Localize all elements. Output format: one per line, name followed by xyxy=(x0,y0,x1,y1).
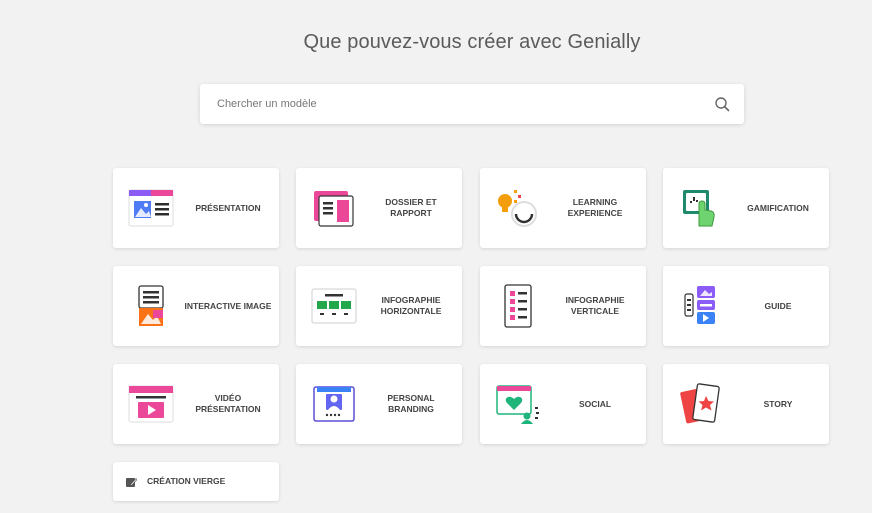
template-card-label: Learning experience xyxy=(567,197,623,218)
template-card-label: Guide xyxy=(764,300,792,311)
template-card-blank[interactable]: Création vierge xyxy=(113,462,279,501)
social-icon xyxy=(496,385,539,424)
template-card-label: Social xyxy=(578,398,612,409)
template-card-interactive-image[interactable]: Interactive image xyxy=(113,266,279,346)
template-card-presentation[interactable]: Présentation xyxy=(113,168,279,248)
template-card-infographie-verticale[interactable]: Infographie verticale xyxy=(480,266,646,346)
template-card-label: Personal branding xyxy=(387,393,435,414)
learning-icon xyxy=(498,190,537,227)
template-card-personal-branding[interactable]: Personal branding xyxy=(296,364,462,444)
presentation-icon xyxy=(128,189,174,227)
guide-icon xyxy=(684,286,715,324)
template-card-label: Infographie horizontale xyxy=(380,295,442,316)
dossier-icon xyxy=(314,191,354,227)
infographie-horizontale-icon xyxy=(311,288,357,324)
search-bar[interactable] xyxy=(200,84,744,124)
template-card-label: Dossier et rapport xyxy=(385,197,437,218)
gamification-icon xyxy=(683,190,715,227)
interactive-image-icon xyxy=(138,285,164,326)
template-card-video[interactable]: Vidéo présentation xyxy=(113,364,279,444)
personal-branding-icon xyxy=(313,386,355,422)
template-card-label: Infographie verticale xyxy=(565,295,625,316)
template-card-infographie-horizontale[interactable]: Infographie horizontale xyxy=(296,266,462,346)
video-icon xyxy=(128,385,174,423)
template-card-story[interactable]: Story xyxy=(663,364,829,444)
search-icon[interactable] xyxy=(714,96,730,112)
edit-icon xyxy=(126,478,137,487)
template-card-label: Interactive image xyxy=(184,300,272,311)
template-card-gamification[interactable]: Gamification xyxy=(663,168,829,248)
story-icon xyxy=(680,383,720,424)
page-title: Que pouvez-vous créer avec Genially xyxy=(303,31,641,53)
search-input[interactable] xyxy=(217,84,697,124)
template-card-label: Présentation xyxy=(195,202,261,213)
template-card-social[interactable]: Social xyxy=(480,364,646,444)
template-card-label: Gamification xyxy=(747,202,809,213)
template-card-label: Story xyxy=(763,398,793,409)
infographie-verticale-icon xyxy=(504,284,532,328)
template-card-dossier[interactable]: Dossier et rapport xyxy=(296,168,462,248)
template-card-learning[interactable]: Learning experience xyxy=(480,168,646,248)
template-card-label: Vidéo présentation xyxy=(195,393,261,414)
template-card-label: Création vierge xyxy=(147,476,226,486)
template-card-guide[interactable]: Guide xyxy=(663,266,829,346)
